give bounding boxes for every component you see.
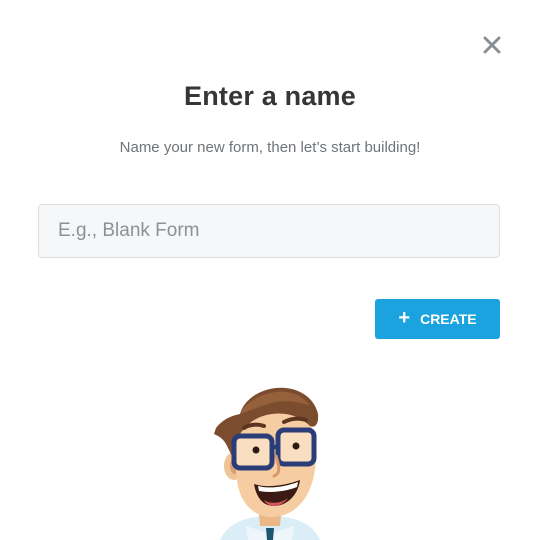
form-name-input[interactable] bbox=[38, 204, 500, 258]
create-form-dialog: Enter a name Name your new form, then le… bbox=[0, 0, 540, 540]
create-button[interactable]: + CREATE bbox=[375, 299, 500, 339]
close-icon bbox=[483, 36, 501, 54]
dialog-subtitle: Name your new form, then let’s start bui… bbox=[119, 139, 421, 156]
mascot-illustration bbox=[214, 387, 320, 540]
close-button[interactable] bbox=[480, 33, 504, 57]
dialog-title: Enter a name bbox=[184, 81, 356, 111]
create-button-label: CREATE bbox=[420, 311, 477, 327]
plus-icon: + bbox=[398, 307, 411, 329]
